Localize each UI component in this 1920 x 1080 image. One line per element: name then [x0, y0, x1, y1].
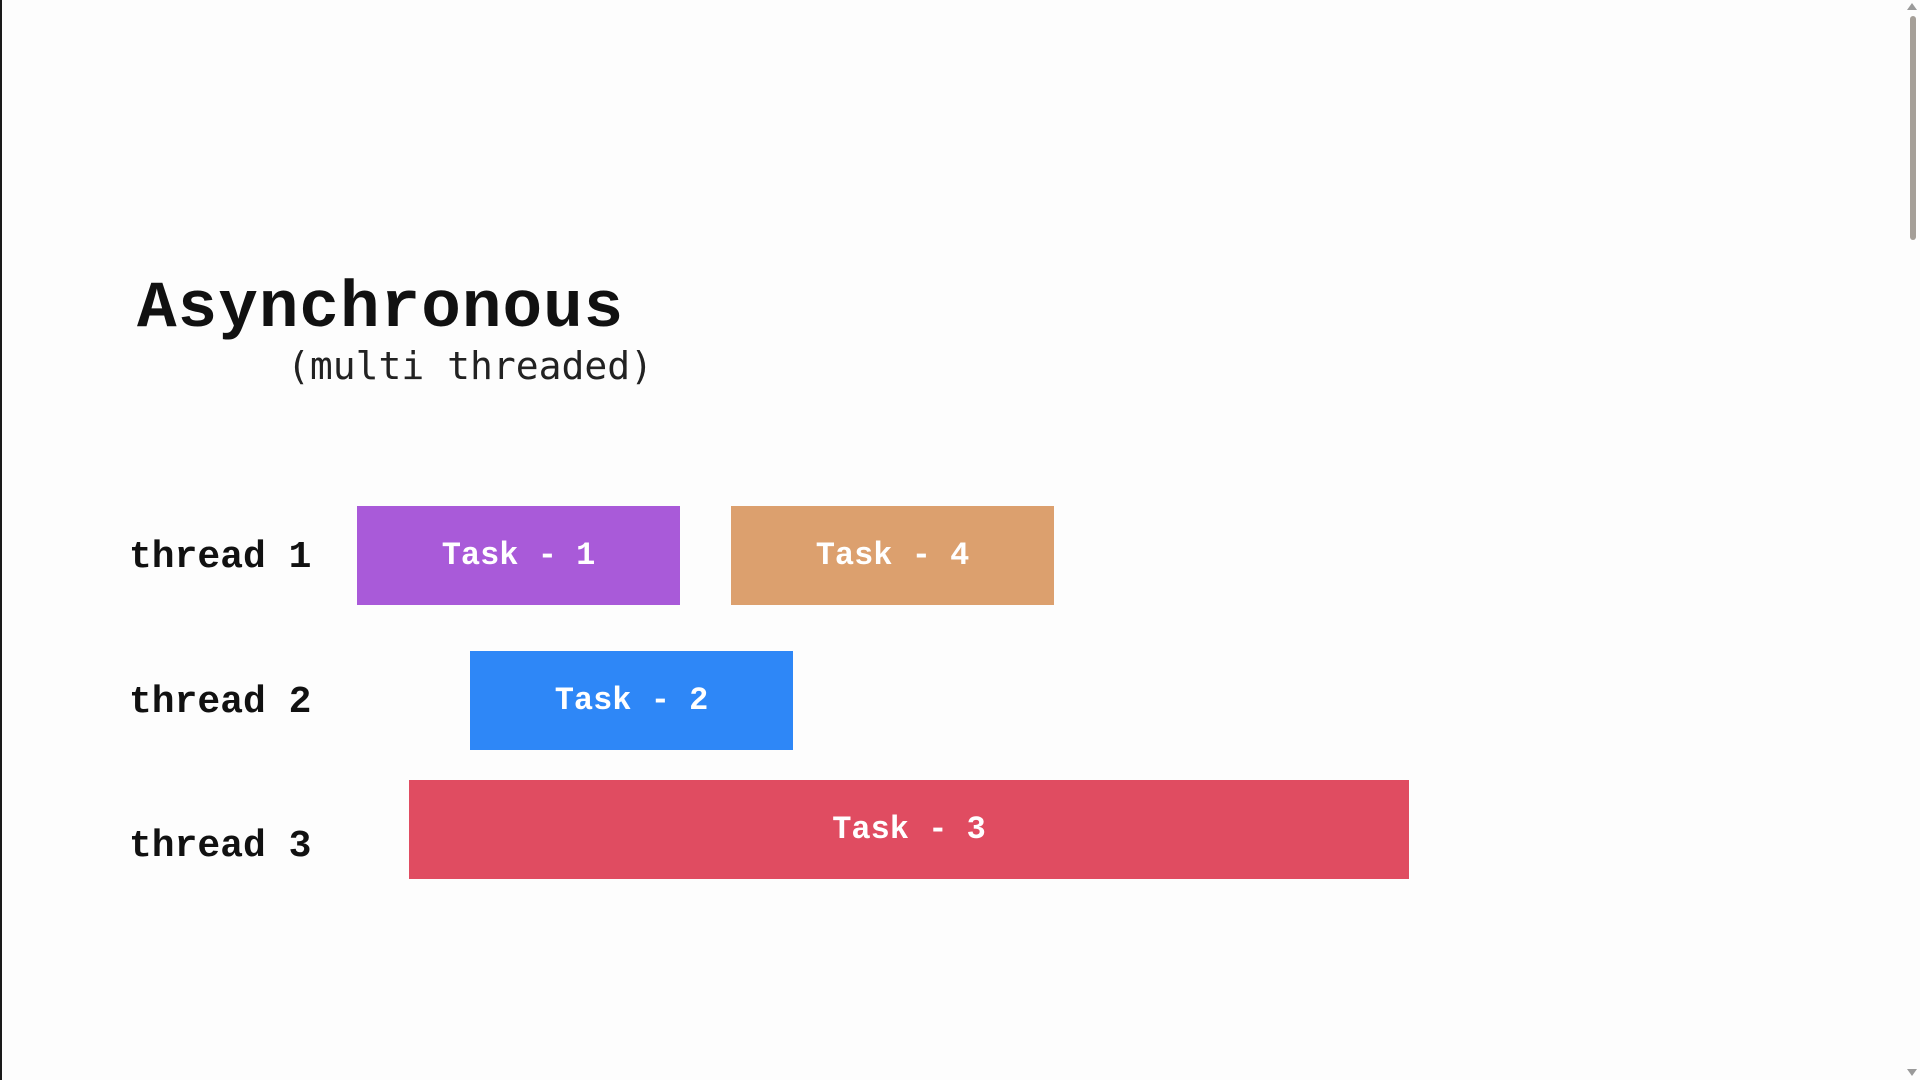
- scroll-down-arrow-icon[interactable]: [1907, 1069, 1917, 1076]
- task-3-block: Task - 3: [409, 780, 1409, 879]
- thread-1-label: thread 1: [129, 536, 312, 579]
- task-4-label: Task - 4: [815, 537, 970, 574]
- scroll-up-arrow-icon[interactable]: [1907, 3, 1917, 10]
- diagram-title: Asynchronous: [137, 271, 625, 346]
- vertical-scrollbar[interactable]: [1906, 0, 1920, 1080]
- task-2-block: Task - 2: [470, 651, 793, 750]
- slide-canvas: Asynchronous (multi threaded) thread 1 t…: [0, 0, 1920, 1080]
- task-1-block: Task - 1: [357, 506, 680, 605]
- task-2-label: Task - 2: [554, 682, 709, 719]
- thread-2-label: thread 2: [129, 681, 312, 724]
- scrollbar-thumb[interactable]: [1910, 16, 1916, 240]
- task-1-label: Task - 1: [441, 537, 596, 574]
- left-edge-divider: [0, 0, 2, 1080]
- diagram-subtitle: (multi threaded): [287, 344, 654, 388]
- task-4-block: Task - 4: [731, 506, 1054, 605]
- task-3-label: Task - 3: [832, 811, 986, 848]
- thread-3-label: thread 3: [129, 825, 312, 868]
